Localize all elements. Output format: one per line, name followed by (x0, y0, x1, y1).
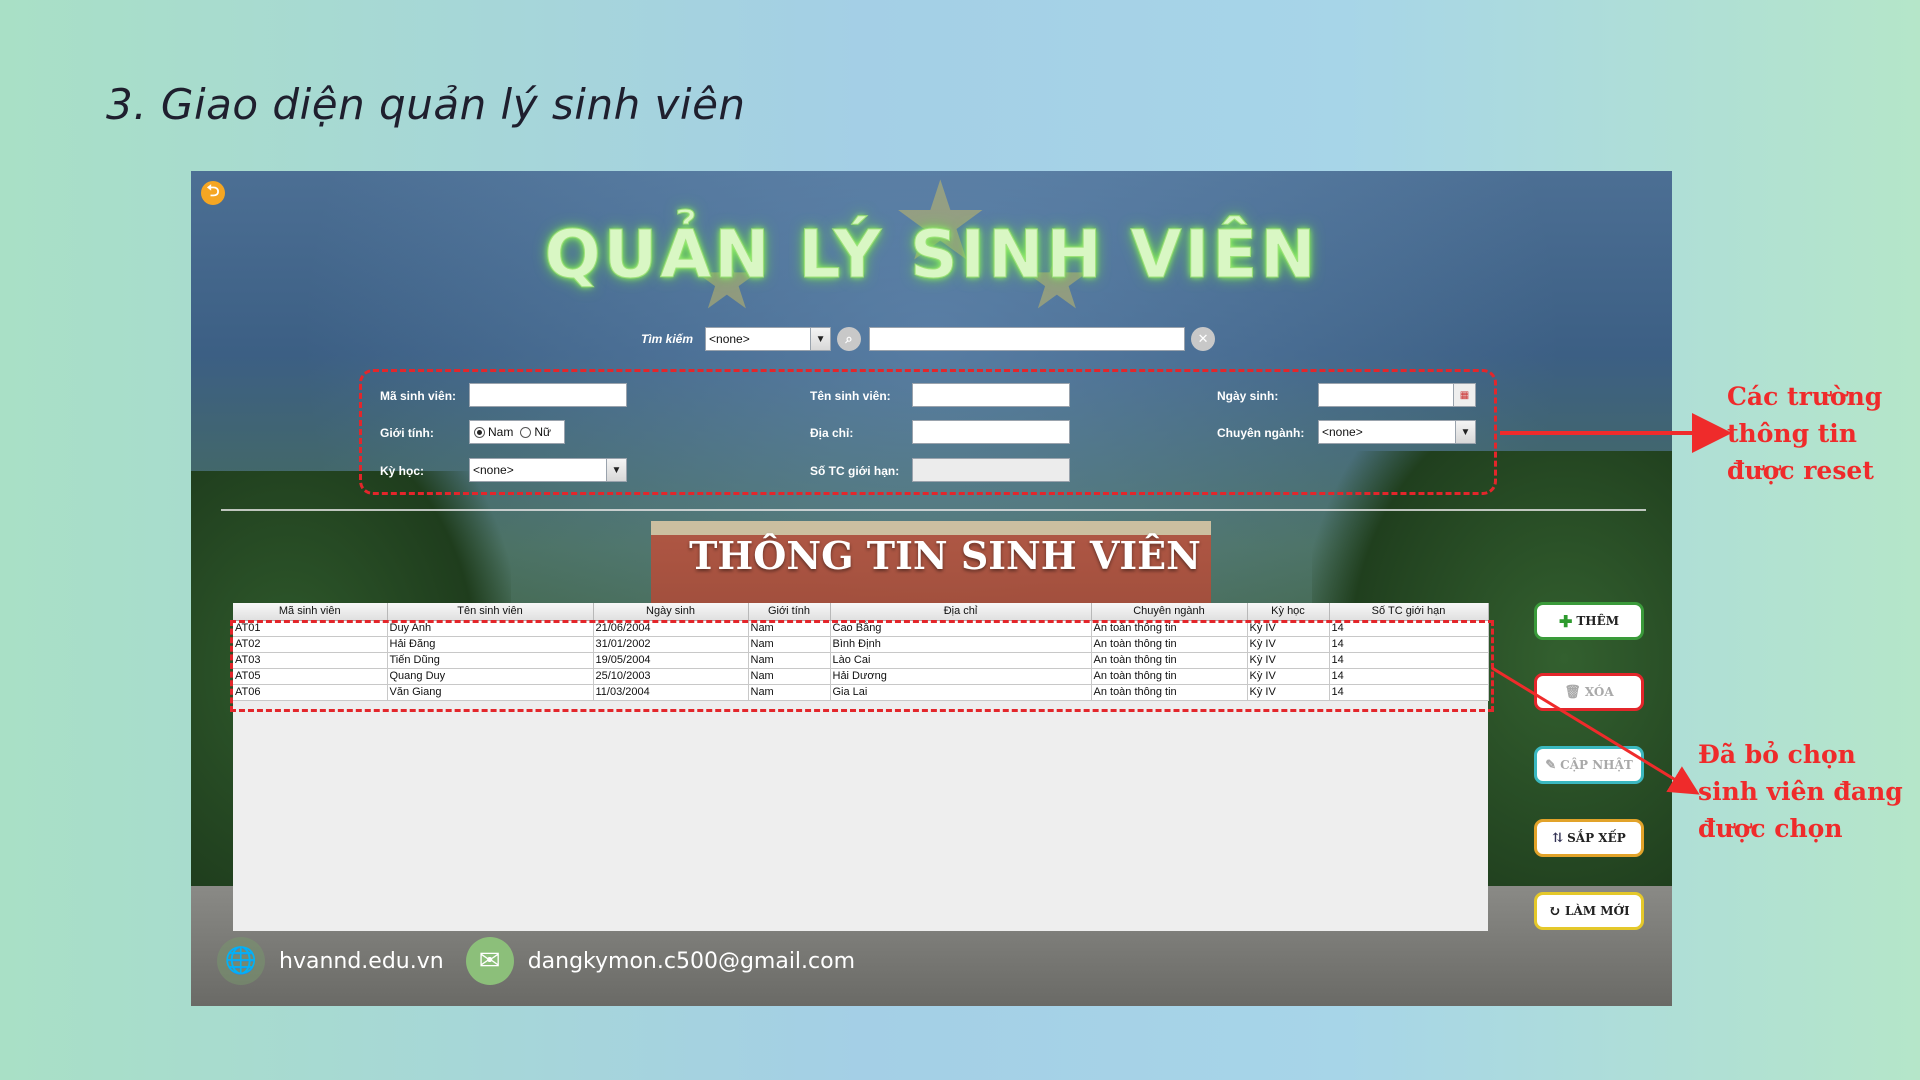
annotation-deselect: Đã bỏ chọn sinh viên đang được chọn (1698, 736, 1916, 847)
annotation-line: sinh viên đang (1698, 777, 1903, 806)
arrow-to-deselect-note (1491, 666, 1700, 795)
annotation-reset: Các trường thông tin được reset (1727, 378, 1897, 489)
annotation-arrows (1491, 413, 1732, 795)
annotation-line: được chọn (1698, 814, 1843, 843)
annotation-line: Đã bỏ chọn (1698, 740, 1856, 769)
annotation-line: thông tin (1727, 419, 1857, 448)
annotation-line: được reset (1727, 456, 1874, 485)
annotation-line: Các trường (1727, 382, 1883, 411)
